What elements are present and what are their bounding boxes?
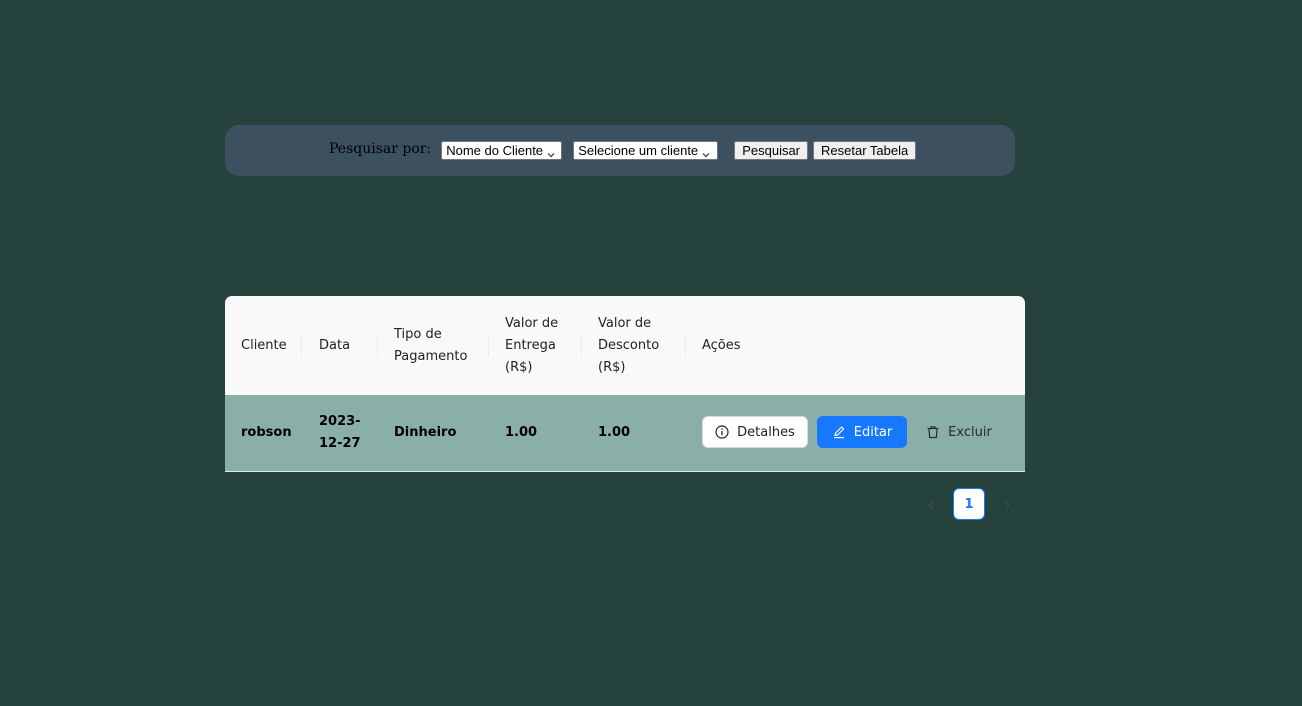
- reset-table-button[interactable]: Resetar Tabela: [813, 141, 917, 160]
- header-tipo-pagamento: Tipo de Pagamento: [394, 296, 467, 395]
- header-valor-desconto-line: (R$): [598, 359, 626, 375]
- search-button[interactable]: Pesquisar: [734, 141, 809, 160]
- edit-pencil-icon: [832, 425, 846, 439]
- header-divider: [581, 335, 582, 357]
- search-label: Pesquisar por:: [329, 140, 432, 157]
- header-valor-entrega-line: (R$): [505, 359, 533, 375]
- header-cliente: Cliente: [241, 296, 287, 395]
- filter-type-select[interactable]: Nome do Cliente: [441, 141, 563, 160]
- details-button[interactable]: Detalhes: [702, 416, 808, 448]
- header-valor-entrega-line: Entrega: [505, 337, 556, 353]
- header-tipo-pagamento-line: Tipo de: [394, 326, 442, 342]
- header-valor-desconto-line: Valor de: [598, 315, 652, 331]
- header-valor-desconto-line: Desconto: [598, 337, 660, 353]
- details-button-label: Detalhes: [737, 424, 795, 440]
- info-circle-icon: [715, 425, 729, 439]
- cell-data-line: 12-27: [319, 436, 361, 451]
- edit-button-label: Editar: [853, 424, 893, 440]
- table-row: robson 2023- 12-27 Dinheiro 1.00 1.00 De…: [225, 395, 1025, 472]
- header-divider: [301, 335, 302, 357]
- delete-button-label: Excluir: [948, 424, 992, 440]
- next-page-button[interactable]: [991, 488, 1023, 520]
- table-header: Cliente Data Tipo de Pagamento Valor de …: [225, 296, 1025, 395]
- prev-page-button[interactable]: [915, 488, 947, 520]
- search-bar: Pesquisar por: Nome do Cliente Selecione…: [225, 125, 1015, 176]
- filter-type-select-value: Nome do Cliente: [446, 143, 544, 158]
- page-number-current[interactable]: 1: [953, 488, 985, 520]
- header-data: Data: [319, 296, 350, 395]
- chevron-down-icon: [547, 147, 555, 157]
- pagination: 1: [915, 488, 1023, 520]
- cell-valor-desconto: 1.00: [598, 425, 631, 440]
- delete-button[interactable]: Excluir: [919, 416, 999, 448]
- cell-cliente: robson: [241, 425, 292, 440]
- chevron-right-icon: [1002, 495, 1012, 514]
- trash-icon: [926, 425, 940, 439]
- cell-data: 2023- 12-27: [319, 395, 361, 471]
- header-divider: [488, 335, 489, 357]
- client-select[interactable]: Selecione um cliente: [573, 141, 719, 160]
- header-divider: [685, 335, 686, 357]
- header-tipo-pagamento-line: Pagamento: [394, 348, 468, 364]
- header-valor-desconto: Valor de Desconto (R$): [598, 296, 659, 395]
- edit-button[interactable]: Editar: [817, 416, 907, 448]
- header-acoes-label: Ações: [702, 337, 741, 353]
- client-select-value: Selecione um cliente: [578, 143, 699, 158]
- header-acoes: Ações: [702, 296, 741, 395]
- header-valor-entrega: Valor de Entrega (R$): [505, 296, 558, 395]
- chevron-down-icon: [702, 147, 710, 157]
- header-cliente-label: Cliente: [241, 337, 287, 353]
- cell-tipo-pagamento: Dinheiro: [394, 425, 457, 440]
- orders-table: Cliente Data Tipo de Pagamento Valor de …: [225, 296, 1025, 472]
- cell-data-line: 2023-: [319, 414, 361, 429]
- header-data-label: Data: [319, 337, 351, 353]
- header-valor-entrega-line: Valor de: [505, 315, 559, 331]
- header-divider: [377, 335, 378, 357]
- cell-valor-entrega: 1.00: [505, 425, 538, 440]
- chevron-left-icon: [926, 495, 936, 514]
